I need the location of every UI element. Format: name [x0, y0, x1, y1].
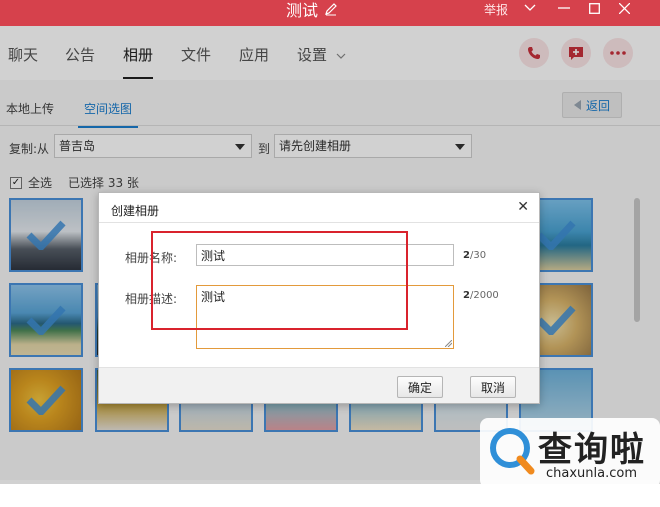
dialog-footer: 确定 取消: [99, 367, 539, 403]
close-icon[interactable]: ✕: [517, 199, 529, 215]
album-description-max: /2000: [469, 290, 499, 301]
album-description-counter: 2/2000: [463, 290, 499, 301]
album-description-count: 2: [463, 290, 470, 301]
maximize-button[interactable]: [583, 0, 605, 16]
watermark-domain: chaxunla.com: [546, 466, 637, 481]
resize-handle-icon[interactable]: [445, 340, 452, 347]
minimize-button[interactable]: [553, 0, 575, 16]
album-name-counter: 2/30: [463, 250, 486, 261]
album-name-label: 相册名称:: [125, 251, 178, 265]
cancel-button[interactable]: 取消: [470, 376, 516, 398]
dialog-title: 创建相册: [111, 204, 160, 218]
dialog-header: 创建相册 ✕: [99, 193, 539, 223]
album-name-value: 测试: [201, 249, 226, 263]
watermark-brand: 查询啦: [538, 430, 646, 470]
edit-icon[interactable]: [324, 2, 338, 20]
album-name-max: /30: [469, 250, 487, 261]
watermark-logo-icon: [490, 428, 535, 475]
album-description-label: 相册描述:: [125, 292, 178, 306]
title-bar: 测试 举报: [0, 0, 660, 26]
album-name-count: 2: [463, 250, 470, 261]
close-window-button[interactable]: [613, 0, 635, 16]
album-description-textarea[interactable]: 测试: [196, 285, 454, 349]
album-name-input[interactable]: 测试: [196, 244, 454, 266]
confirm-button[interactable]: 确定: [397, 376, 443, 398]
create-album-dialog: 创建相册 ✕ 相册名称: 测试 2/30 相册描述: 测试 2/2000 确定 …: [98, 192, 540, 404]
watermark: 查询啦 chaxunla.com: [480, 418, 660, 488]
window-title: 测试: [286, 0, 338, 22]
report-link[interactable]: 举报: [484, 1, 508, 18]
window-title-text: 测试: [286, 1, 319, 20]
album-description-value: 测试: [201, 290, 226, 304]
chevron-down-icon[interactable]: [519, 0, 541, 16]
